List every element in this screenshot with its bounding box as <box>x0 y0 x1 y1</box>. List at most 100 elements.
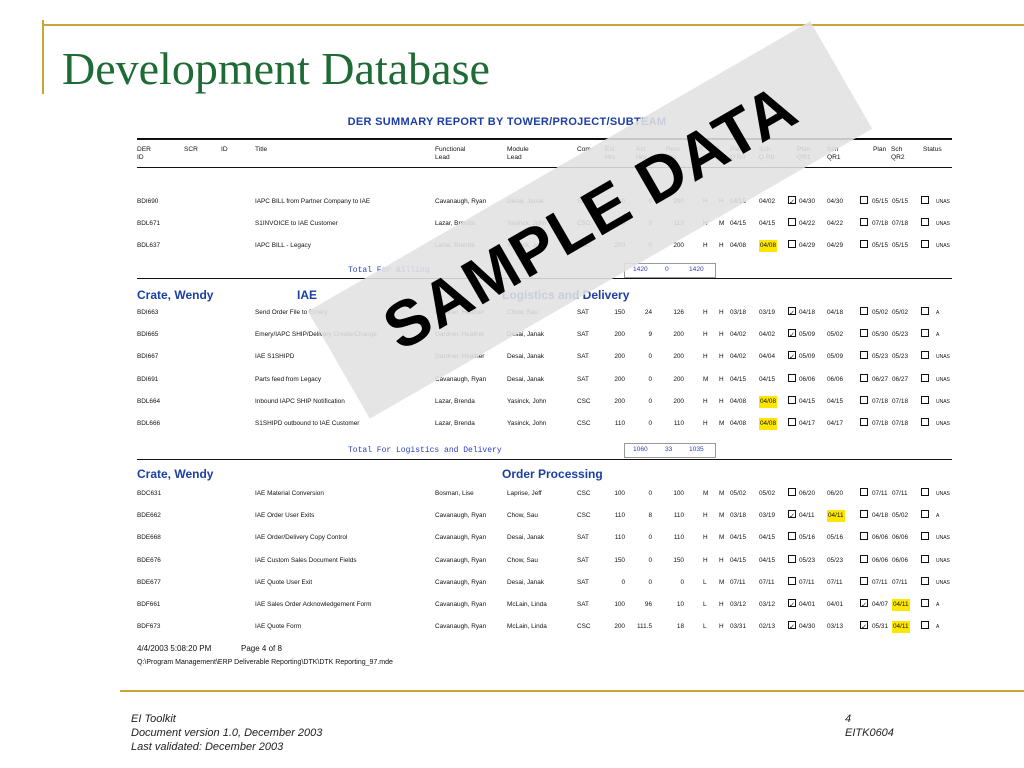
checkbox-icon <box>860 329 868 338</box>
checkbox-icon <box>860 488 868 496</box>
total-label: Total For Logistics and Delivery <box>348 446 502 455</box>
table-row: BDL666 S1SHIPD outbound to IAE Customer La… <box>137 418 955 430</box>
cell-co: M <box>719 512 725 520</box>
checkbox-icon <box>860 373 868 382</box>
checkbox-icon <box>860 351 868 360</box>
cell-co: H <box>719 309 724 316</box>
cell-func: Cavanaugh, Ryan <box>435 198 487 205</box>
cell-sqr1: 06/20 <box>827 490 843 497</box>
cell-pqr2: 04/18 <box>872 512 888 520</box>
cell-sqr1: 05/16 <box>827 534 843 542</box>
cell-der: BDL637 <box>137 242 161 250</box>
cell-sqr1: 04/11 <box>827 510 845 523</box>
cell-status: UNAS <box>936 557 950 564</box>
cell-com: CSC <box>577 512 591 520</box>
cell-pr: H <box>703 420 708 427</box>
cell-est: 0 <box>621 578 625 586</box>
cell-pr: H <box>703 534 708 542</box>
cell-module: Chow, Sau <box>507 556 538 564</box>
cell-status: UNAS <box>936 221 950 228</box>
checkbox-icon <box>921 599 929 607</box>
col-header-func: Functional <box>435 146 466 153</box>
cell-sqr2: 06/06 <box>892 534 908 542</box>
col-header-sch-qr1: QR1 <box>827 154 841 161</box>
cell-der: BDI690 <box>137 198 159 205</box>
cell-pqr0: 04/02 <box>730 353 746 361</box>
cell-sqr2: 07/11 <box>892 490 908 497</box>
cell-der: BDF673 <box>137 623 161 631</box>
report-path: Q:\Program Management\ERP Deliverable Re… <box>137 659 393 666</box>
cell-status: UNAS <box>936 398 950 405</box>
checkbox-icon <box>921 510 929 519</box>
cell-sqr2: 07/18 <box>892 220 908 228</box>
cell-com: CSC <box>577 420 591 427</box>
checkbox-icon <box>788 373 796 382</box>
cell-sqr1: 04/22 <box>827 220 843 228</box>
checkbox-icon <box>921 488 929 496</box>
cell-pqr2: 07/18 <box>872 397 888 405</box>
cell-title: Parts feed from Legacy <box>255 375 322 383</box>
cell-act: 0 <box>648 397 652 405</box>
cell-status: UNAS <box>936 376 950 383</box>
cell-pqr1: 04/17 <box>799 420 815 427</box>
cell-rem: 200 <box>673 331 684 339</box>
cell-module: Yasinck, John <box>507 397 547 405</box>
cell-der: BDC631 <box>137 490 162 497</box>
section-rule <box>137 459 952 460</box>
cell-pqr0: 04/15 <box>730 220 746 228</box>
cell-sqr0: 02/13 <box>759 623 775 631</box>
cell-act: 0 <box>648 420 652 427</box>
cell-pr: H <box>703 242 708 250</box>
cell-module: Laprise, Jeff <box>507 490 542 497</box>
cell-der: BDL664 <box>137 397 161 405</box>
cell-pqr2: 05/30 <box>872 331 888 339</box>
accent-horizontal <box>42 24 1024 26</box>
cell-co: M <box>719 220 725 228</box>
cell-act: 0 <box>648 375 652 383</box>
checkbox-icon <box>921 240 929 249</box>
col-header-plan-qr2: Plan <box>873 146 887 153</box>
cell-est: 110 <box>614 420 625 427</box>
total-rem: 1420 <box>689 266 704 273</box>
cell-pqr2: 05/15 <box>872 198 888 205</box>
cell-rem: 10 <box>676 601 684 608</box>
cell-title: IAE Order User Exits <box>255 512 315 520</box>
table-row: BDC631 IAE Material Conversion Bosman, Lis… <box>137 488 955 500</box>
checkbox-icon: ✓ <box>788 621 796 631</box>
cell-pr: L <box>703 578 707 586</box>
checkbox-icon <box>860 395 868 404</box>
cell-status: A <box>936 310 940 316</box>
cell-com: SAT <box>577 578 589 586</box>
col-header-der: ID <box>137 154 144 161</box>
cell-title: IAE Order/Delivery Copy Control <box>255 534 348 542</box>
cell-sqr1: 04/29 <box>827 242 843 250</box>
col-header-sch-qr2: QR2 <box>891 154 905 161</box>
cell-status: UNAS <box>936 199 950 205</box>
cell-com: SAT <box>577 331 589 339</box>
cell-pqr1: 04/15 <box>799 397 815 405</box>
checkbox-icon <box>860 218 868 227</box>
cell-est: 150 <box>614 309 625 316</box>
cell-pr: H <box>703 556 708 564</box>
cell-title: IAE Custom Sales Document Fields <box>255 556 357 564</box>
checkbox-icon <box>788 395 796 404</box>
checkbox-icon <box>921 329 929 338</box>
cell-co: M <box>719 490 725 497</box>
cell-act: 96 <box>644 601 652 608</box>
cell-pqr2: 05/15 <box>872 242 888 250</box>
cell-pqr2: 06/27 <box>872 375 888 383</box>
cell-sqr0: 07/11 <box>759 578 775 586</box>
cell-der: BDE676 <box>137 556 161 564</box>
cell-module: Chow, Sau <box>507 512 538 520</box>
cell-title: IAE Material Conversion <box>255 490 324 497</box>
cell-der: BDE662 <box>137 512 161 520</box>
checkbox-icon <box>860 554 868 563</box>
cell-func: Cavanaugh, Ryan <box>435 512 487 520</box>
col-header-id: ID <box>221 146 228 153</box>
checkbox-icon <box>860 196 868 204</box>
footer-version: Document version 1.0, December 2003 <box>131 727 323 739</box>
footer-code: EITK0604 <box>845 727 894 739</box>
table-row: BDE662 IAE Order User Exits Cavanaugh, Rya… <box>137 510 955 523</box>
checkbox-icon <box>860 510 868 519</box>
cell-co: M <box>719 420 725 427</box>
